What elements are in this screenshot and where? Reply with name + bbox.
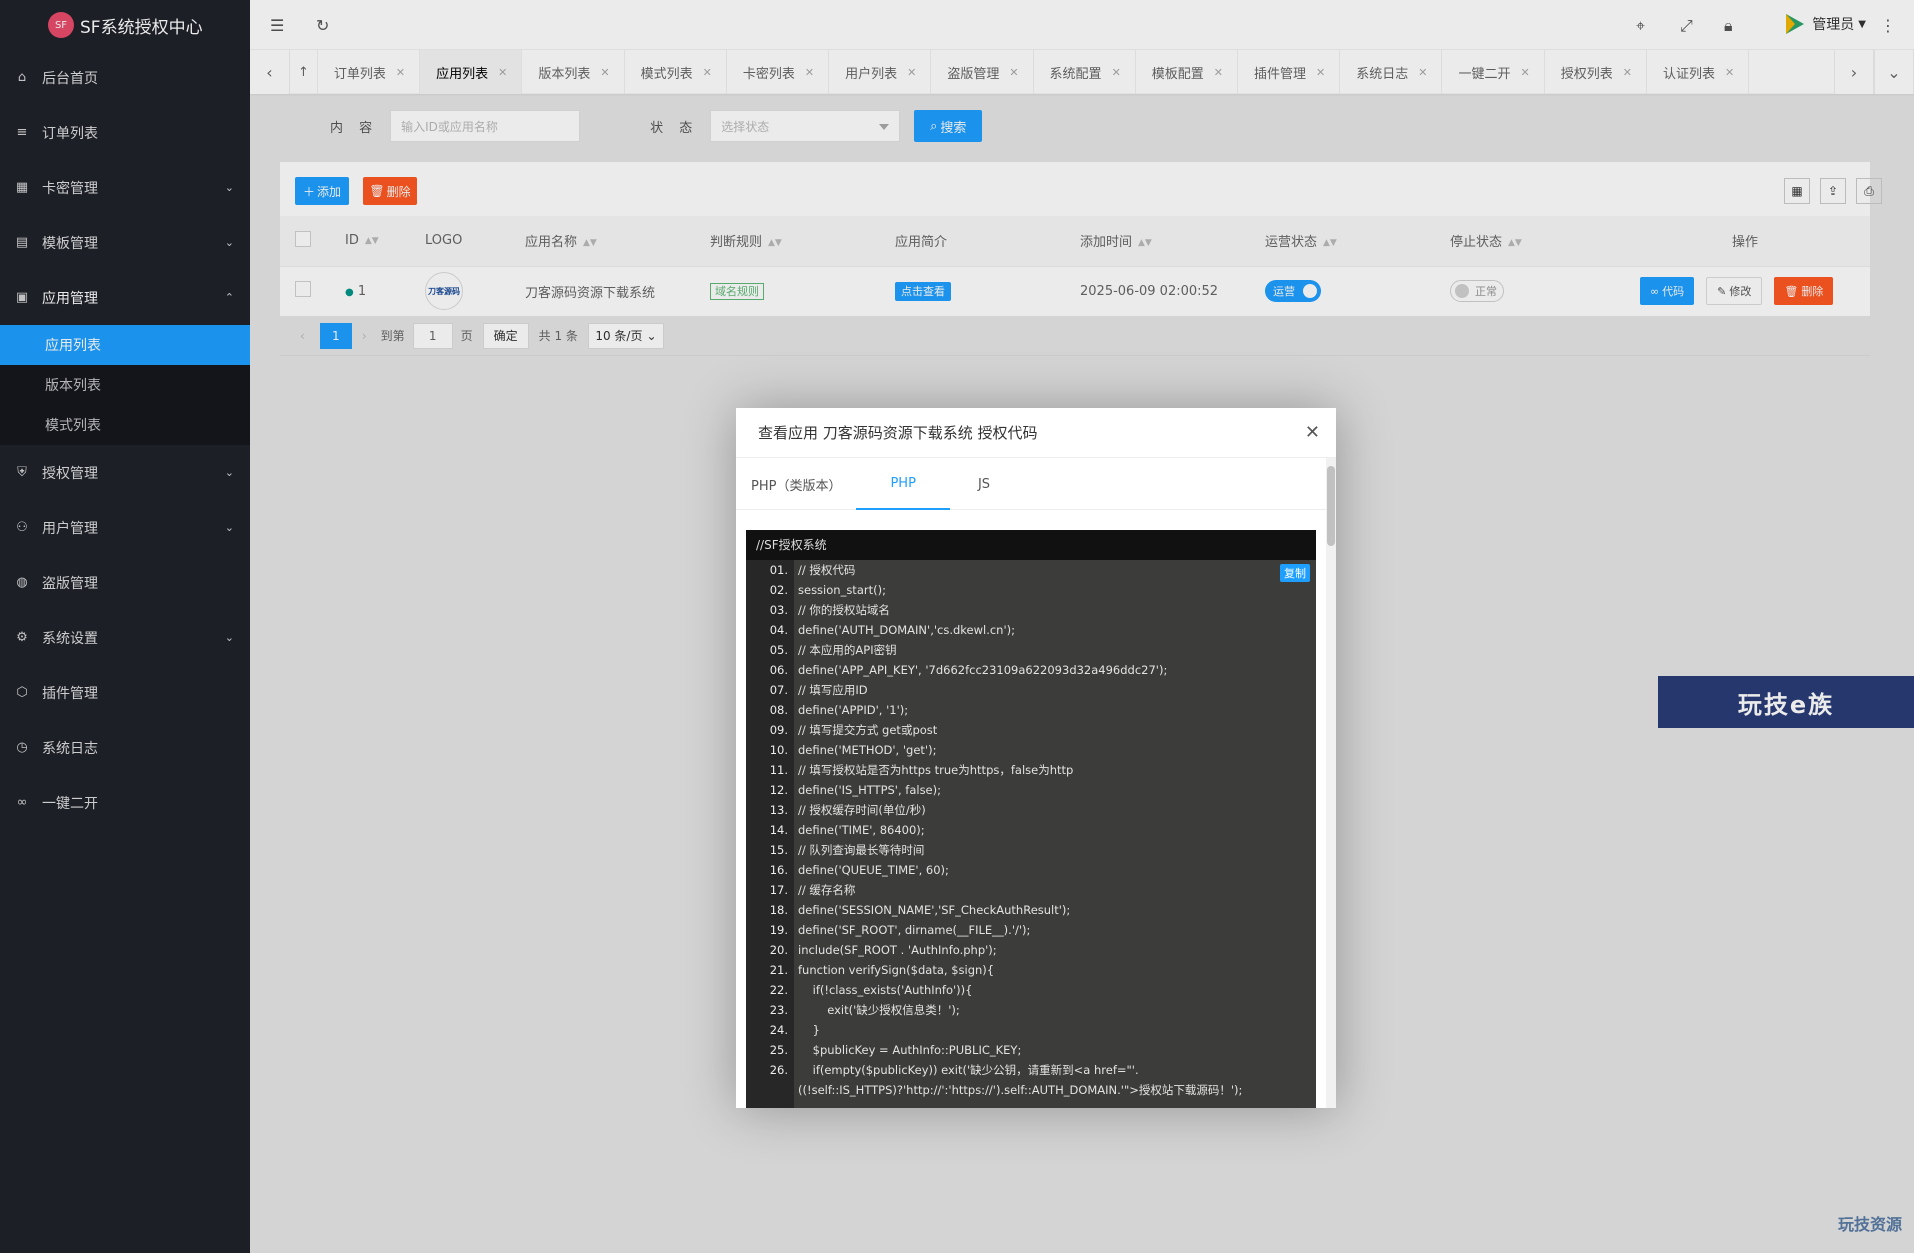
line-text: define('SESSION_NAME','SF_CheckAuthResul… — [798, 903, 1071, 917]
line-number: 01. — [769, 563, 788, 577]
code-line: 26. if(empty($publicKey)) exit('缺少公钥，请重新… — [746, 1060, 1316, 1080]
code-line: 15. // 队列查询最长等待时间 — [746, 840, 1316, 860]
code-line: 14. define('TIME', 86400); — [746, 820, 1316, 840]
tab-php-class[interactable]: PHP（类版本） — [736, 458, 856, 510]
line-text: if(empty($publicKey)) exit('缺少公钥，请重新到<a … — [798, 1063, 1139, 1077]
code-lines: 01. // 授权代码 02. session_start(); 03. // 你的授权站… — [746, 560, 1316, 1100]
code-line: ((!self::IS_HTTPS)?'http://':'https://')… — [746, 1080, 1316, 1100]
code-line: 25. $publicKey = AuthInfo::PUBLIC_KEY; — [746, 1040, 1316, 1060]
code-block: //SF授权系统 复制 01.// 授权代码 02. session_start()… — [746, 530, 1316, 1108]
code-line: 22. if(!class_exists('AuthInfo')){ — [746, 980, 1316, 1000]
line-number: 07. — [769, 683, 788, 697]
line-text: $publicKey = AuthInfo::PUBLIC_KEY; — [798, 1043, 1022, 1057]
line-number: 06. — [769, 663, 788, 677]
code-line: 24. } — [746, 1020, 1316, 1040]
code-header: //SF授权系统 — [746, 530, 1316, 560]
code-line: 09. // 填写提交方式 get或post — [746, 720, 1316, 740]
code-line: 18. define('SESSION_NAME','SF_CheckAuthRe… — [746, 900, 1316, 920]
code-line: 21. function verifySign($data, $sign){ — [746, 960, 1316, 980]
line-text: // 缓存名称 — [798, 883, 856, 897]
line-number: 12. — [769, 783, 788, 797]
line-text: define('AUTH_DOMAIN','cs.dkewl.cn'); — [798, 623, 1015, 637]
line-number: 15. — [769, 843, 788, 857]
line-text: // 队列查询最长等待时间 — [798, 843, 925, 857]
code-line: 20. include(SF_ROOT . 'AuthInfo.php'); — [746, 940, 1316, 960]
line-text: if(!class_exists('AuthInfo')){ — [798, 983, 973, 997]
tab-js[interactable]: JS — [950, 458, 1005, 510]
code-body: 复制 01.// 授权代码 02. session_start(); 03.// 你的… — [746, 560, 1316, 1108]
code-line: 19. define('SF_ROOT', dirname(__FILE__).'… — [746, 920, 1316, 940]
code-line: 17. // 缓存名称 — [746, 880, 1316, 900]
line-number: 18. — [769, 903, 788, 917]
line-number: 17. — [769, 883, 788, 897]
line-number: 10. — [769, 743, 788, 757]
dialog-tabs: PHP（类版本） PHP JS — [736, 458, 1336, 510]
line-number: 24. — [769, 1023, 788, 1037]
code-line: 11. // 填写授权站是否为https true为https，false为htt… — [746, 760, 1316, 780]
line-number: 09. — [769, 723, 788, 737]
line-text: define('QUEUE_TIME', 60); — [798, 863, 949, 877]
line-text: // 授权代码 — [798, 563, 856, 577]
line-number: 22. — [769, 983, 788, 997]
code-line: 03. // 你的授权站域名 — [746, 600, 1316, 620]
line-number: 03. — [769, 603, 788, 617]
tab-php[interactable]: PHP — [856, 458, 950, 510]
line-text: // 授权缓存时间(单位/秒) — [798, 803, 926, 817]
line-text: define('IS_HTTPS', false); — [798, 783, 941, 797]
line-text: define('TIME', 86400); — [798, 823, 925, 837]
code-line: 08. define('APPID', '1'); — [746, 700, 1316, 720]
code-line: 05. // 本应用的API密钥 — [746, 640, 1316, 660]
line-number: 02. — [769, 583, 788, 597]
code-line: 13. // 授权缓存时间(单位/秒) — [746, 800, 1316, 820]
line-text: // 填写应用ID — [798, 683, 868, 697]
line-number: 14. — [769, 823, 788, 837]
code-line: 10. define('METHOD', 'get'); — [746, 740, 1316, 760]
code-line: 16. define('QUEUE_TIME', 60); — [746, 860, 1316, 880]
line-text: // 你的授权站域名 — [798, 603, 890, 617]
code-line: 04. define('AUTH_DOMAIN','cs.dkewl.cn'); — [746, 620, 1316, 640]
line-text: session_start(); — [798, 583, 886, 597]
line-number: 19. — [769, 923, 788, 937]
code-line: 07. // 填写应用ID — [746, 680, 1316, 700]
code-line: 01. // 授权代码 — [746, 560, 1316, 580]
code-dialog: 查看应用 刀客源码资源下载系统 授权代码 ✕ PHP（类版本） PHP JS /… — [736, 408, 1336, 1108]
close-icon[interactable]: ✕ — [1305, 422, 1320, 443]
line-number: 08. — [769, 703, 788, 717]
code-line: 23. exit('缺少授权信息类！'); — [746, 1000, 1316, 1020]
line-text: include(SF_ROOT . 'AuthInfo.php'); — [798, 943, 997, 957]
line-number: 25. — [769, 1043, 788, 1057]
line-text: define('SF_ROOT', dirname(__FILE__).'/')… — [798, 923, 1031, 937]
line-text: function verifySign($data, $sign){ — [798, 963, 995, 977]
line-text: define('APP_API_KEY', '7d662fcc23109a622… — [798, 663, 1168, 677]
line-number: 05. — [769, 643, 788, 657]
line-number: 16. — [769, 863, 788, 877]
line-number: 21. — [769, 963, 788, 977]
line-text: // 填写提交方式 get或post — [798, 723, 938, 737]
line-text: } — [798, 1023, 820, 1037]
code-line: 02. session_start(); — [746, 580, 1316, 600]
line-number: 13. — [769, 803, 788, 817]
code-line: 12. define('IS_HTTPS', false); — [746, 780, 1316, 800]
line-text: define('APPID', '1'); — [798, 703, 909, 717]
code-line: 06. define('APP_API_KEY', '7d662fcc23109a… — [746, 660, 1316, 680]
scrollbar-thumb[interactable] — [1327, 466, 1335, 546]
line-number: 23. — [769, 1003, 788, 1017]
line-text: define('METHOD', 'get'); — [798, 743, 937, 757]
line-text: exit('缺少授权信息类！'); — [798, 1003, 960, 1017]
line-number: 26. — [769, 1063, 788, 1077]
line-number: 04. — [769, 623, 788, 637]
line-text: // 本应用的API密钥 — [798, 643, 897, 657]
line-text: // 填写授权站是否为https true为https，false为http — [798, 763, 1074, 777]
line-text: ((!self::IS_HTTPS)?'http://':'https://')… — [798, 1083, 1243, 1097]
dialog-title: 查看应用 刀客源码资源下载系统 授权代码 — [736, 408, 1336, 458]
dialog-scrollbar[interactable] — [1326, 458, 1336, 1108]
line-number: 11. — [769, 763, 788, 777]
line-number: 20. — [769, 943, 788, 957]
